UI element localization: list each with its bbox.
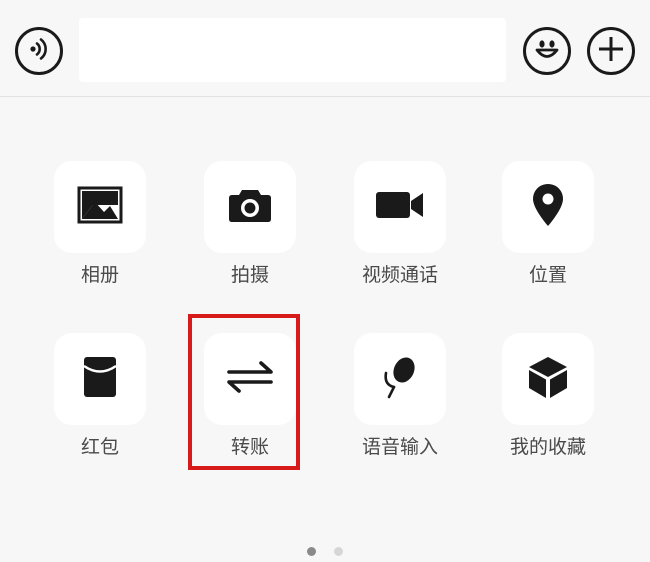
video-call-label: 视频通话 [361,264,438,286]
message-input[interactable] [79,18,506,82]
voice-toggle-button[interactable] [15,27,63,75]
voice-input-label: 语音输入 [361,436,438,458]
album-tile[interactable] [54,161,146,253]
emoji-button[interactable] [523,27,571,75]
red-packet-label: 红包 [80,436,119,458]
red-envelope-icon [82,355,118,403]
album-label: 相册 [80,264,119,286]
location-label: 位置 [528,264,567,286]
plus-icon [596,34,626,68]
video-call-tile[interactable] [354,161,446,253]
page-indicator-dot-active [307,547,316,556]
favorites-label: 我的收藏 [509,436,586,458]
smiley-face-icon [530,32,564,70]
page-indicator-dot [334,547,343,556]
favorites-tile[interactable] [502,333,594,425]
microphone-icon [380,355,420,403]
red-packet-tile[interactable] [54,333,146,425]
more-functions-panel: 相册 拍摄 视频通话 位置 红包 转账 语音输入 我的收藏 [0,98,650,562]
capture-label: 拍摄 [230,264,269,286]
more-functions-button[interactable] [587,27,635,75]
video-camera-icon [375,190,425,224]
camera-icon [228,187,272,227]
voice-input-tile[interactable] [354,333,446,425]
voice-wave-icon [24,34,54,68]
transfer-highlight-box [188,314,300,470]
chat-input-bar [0,0,650,97]
image-icon [77,186,123,228]
capture-tile[interactable] [204,161,296,253]
location-pin-icon [531,182,565,232]
location-tile[interactable] [502,161,594,253]
cube-icon [527,355,569,403]
